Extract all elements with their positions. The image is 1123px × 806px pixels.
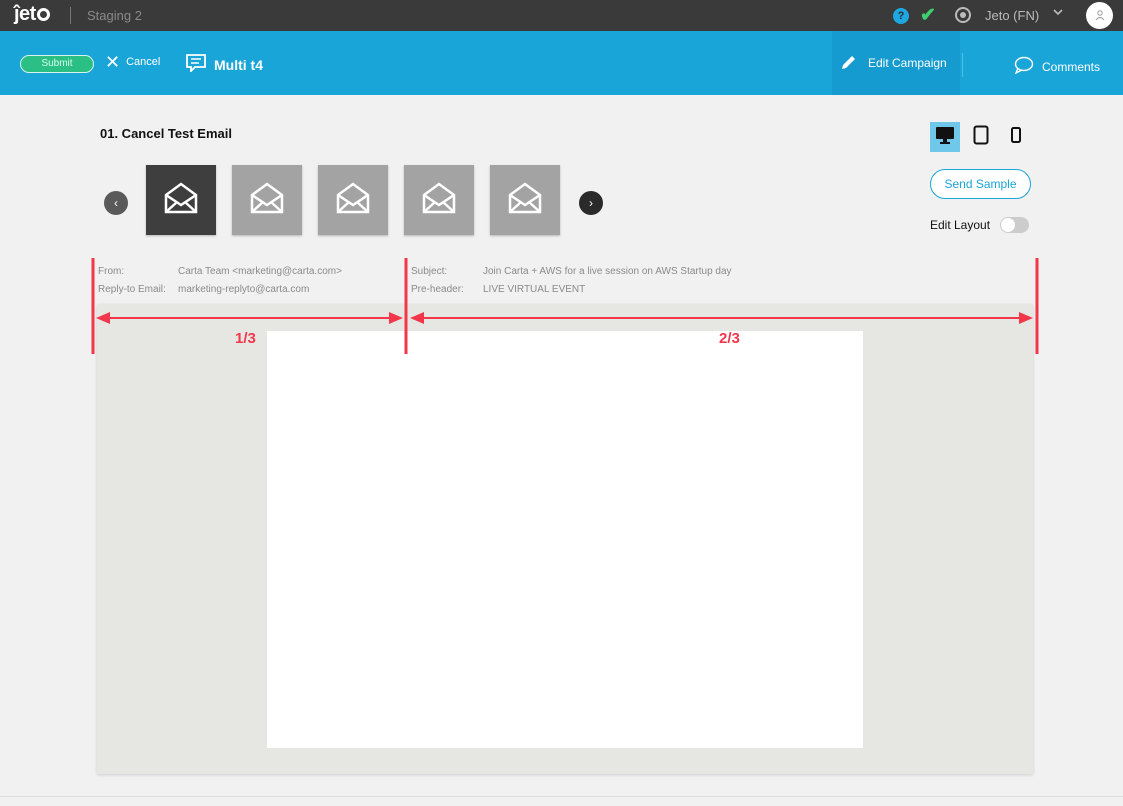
layout-annotation (91, 258, 1039, 354)
footer-divider (0, 796, 1123, 797)
annotation-label-two-thirds: 2/3 (719, 330, 740, 347)
annotation-label-one-third: 1/3 (235, 330, 256, 347)
